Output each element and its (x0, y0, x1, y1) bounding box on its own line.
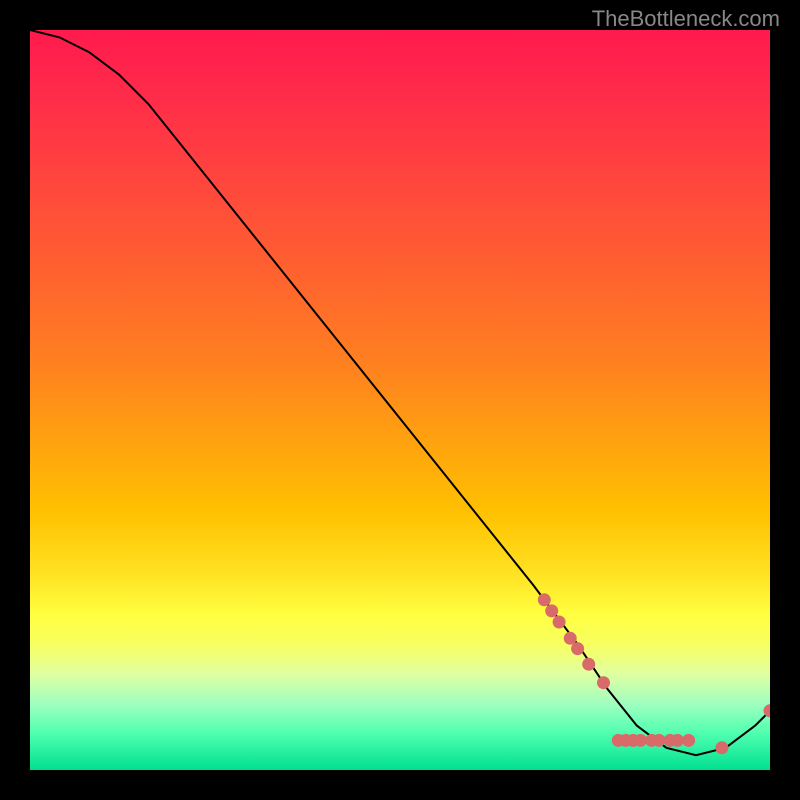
data-point (582, 658, 595, 671)
chart-svg (30, 30, 770, 770)
data-point (545, 604, 558, 617)
data-point (538, 593, 551, 606)
data-point (671, 734, 684, 747)
data-point (597, 676, 610, 689)
data-point (553, 616, 566, 629)
watermark: TheBottleneck.com (592, 6, 780, 32)
curve-line (30, 30, 770, 755)
data-point (571, 642, 584, 655)
data-point (634, 734, 647, 747)
data-point (682, 734, 695, 747)
data-markers (538, 593, 770, 754)
data-point (653, 734, 666, 747)
data-point (715, 741, 728, 754)
